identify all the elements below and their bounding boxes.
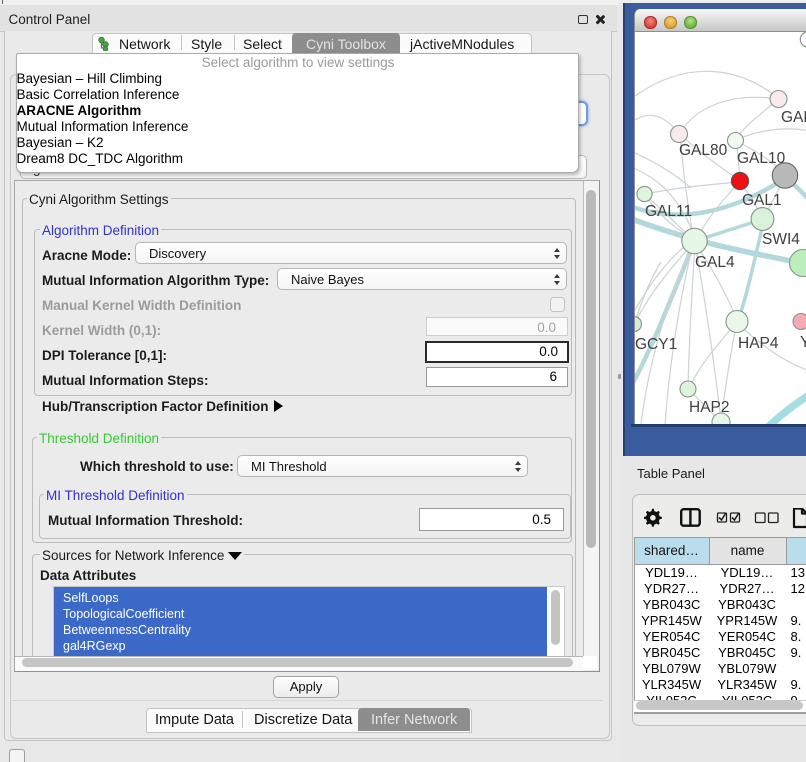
svg-text:Y: Y <box>800 334 806 351</box>
svg-text:HAP4: HAP4 <box>738 335 779 352</box>
svg-text:GAL1: GAL1 <box>742 192 782 209</box>
svg-text:GAL4: GAL4 <box>695 254 735 271</box>
svg-text:GAL: GAL <box>781 109 806 126</box>
svg-text:SWI4: SWI4 <box>762 231 800 248</box>
svg-text:HAP2: HAP2 <box>689 399 730 416</box>
svg-text:GAL10: GAL10 <box>737 150 786 167</box>
svg-text:GAL80: GAL80 <box>679 142 728 159</box>
svg-text:GCY1: GCY1 <box>635 336 677 353</box>
svg-text:GAL11: GAL11 <box>645 203 692 220</box>
